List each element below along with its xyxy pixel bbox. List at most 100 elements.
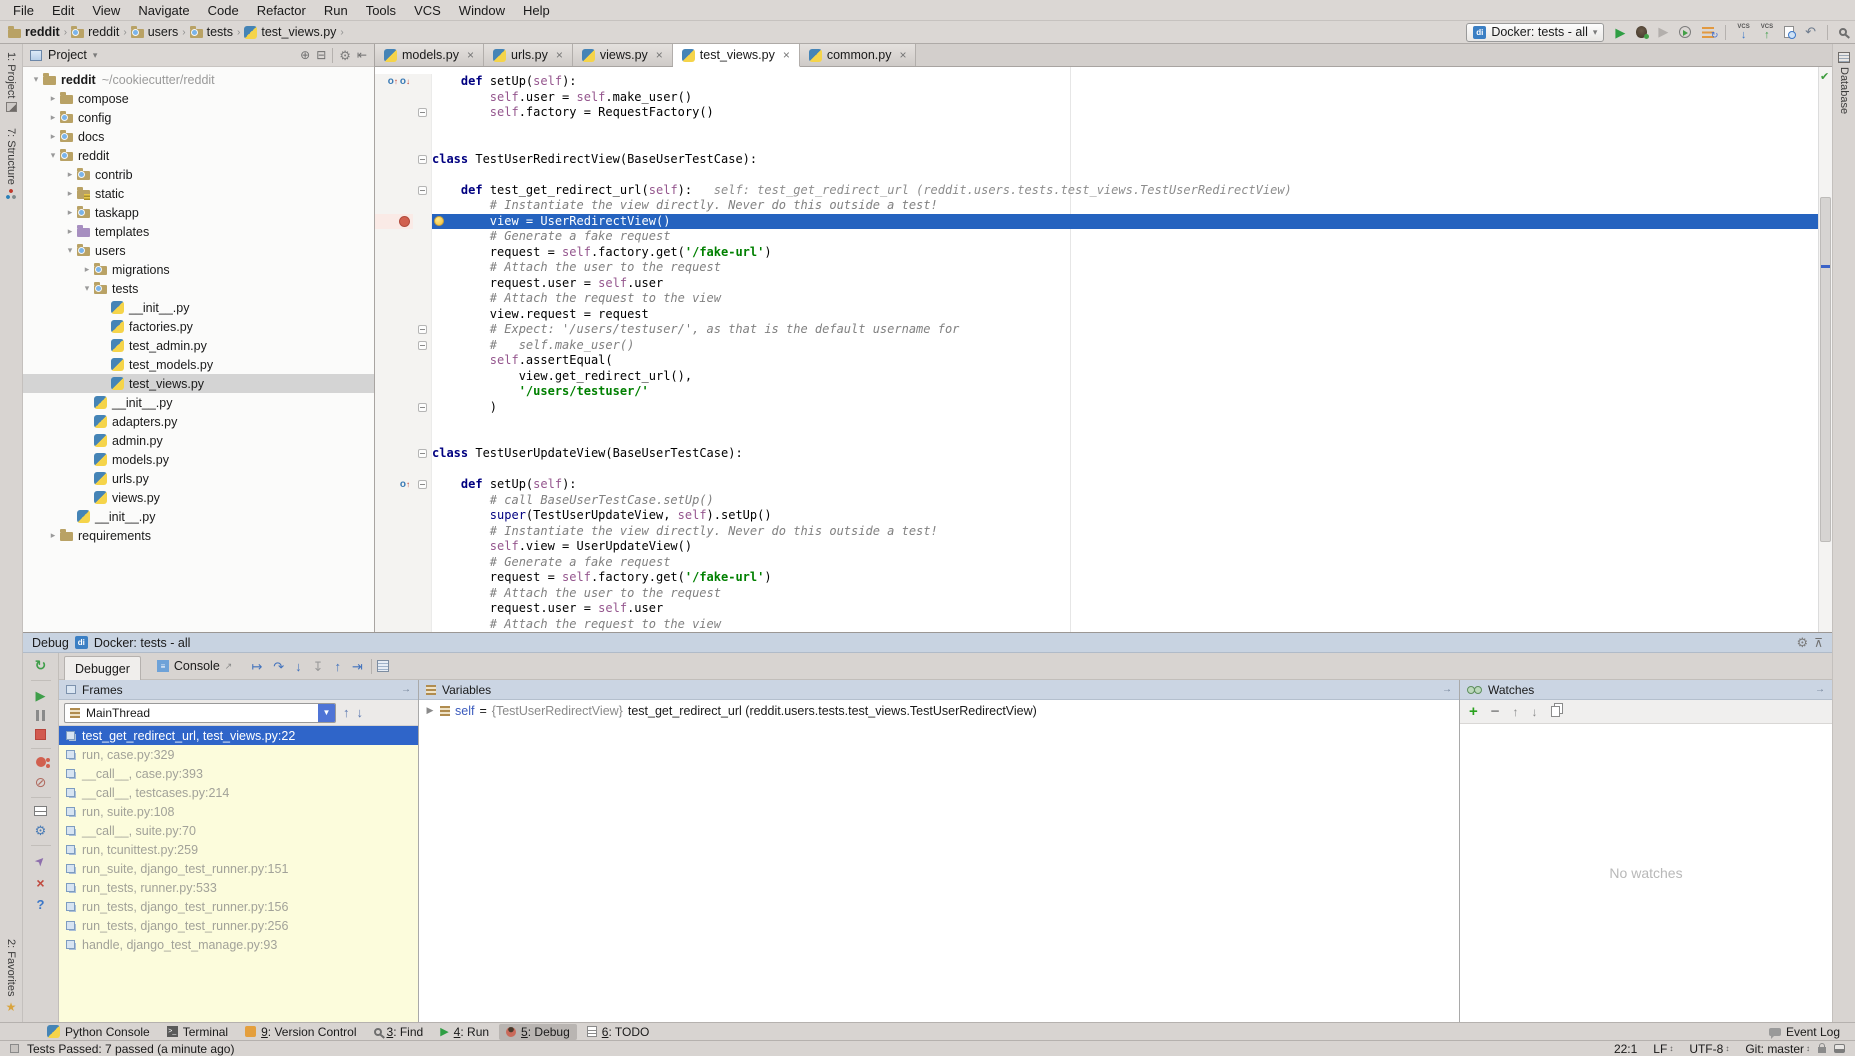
tree-item-users[interactable]: ▾users	[23, 241, 374, 260]
code-text[interactable]: request = self.factory.get('/fake-url')	[432, 570, 1818, 586]
run-dashboard-icon[interactable]	[1702, 27, 1714, 38]
tree-expand-icon[interactable]: ▸	[46, 112, 60, 123]
tree-collapse-icon[interactable]: ▾	[29, 74, 43, 85]
remove-watch-icon[interactable]: −	[1491, 704, 1500, 719]
mute-breakpoints-icon[interactable]: ⊘	[35, 775, 47, 789]
run-to-cursor-icon[interactable]: ⇥	[349, 660, 366, 673]
fold-gutter[interactable]	[413, 90, 432, 106]
breadcrumb-item[interactable]: test_views.py	[244, 25, 336, 39]
project-header-label[interactable]: Project	[48, 48, 87, 62]
tree-item-adapters-py[interactable]: adapters.py	[23, 412, 374, 431]
code-text[interactable]: # Expect: '/users/testuser/', as that is…	[432, 322, 1818, 338]
editor-gutter[interactable]	[375, 183, 413, 199]
code-text[interactable]: self.factory = RequestFactory()	[432, 105, 1818, 121]
fold-gutter[interactable]	[413, 136, 432, 152]
fold-gutter[interactable]	[413, 291, 432, 307]
code-line[interactable]: # Attach the user to the request	[375, 586, 1832, 602]
toolwindow-6-todo[interactable]: 6: TODO	[580, 1024, 657, 1040]
fold-gutter[interactable]	[413, 524, 432, 540]
menu-refactor[interactable]: Refactor	[248, 2, 315, 19]
menu-tools[interactable]: Tools	[357, 2, 405, 19]
search-everywhere-icon[interactable]	[1839, 28, 1847, 36]
pause-program-icon[interactable]	[36, 710, 45, 721]
tree-expand-icon[interactable]: ▸	[80, 264, 94, 275]
code-line[interactable]: request = self.factory.get('/fake-url')	[375, 570, 1832, 586]
status-22-1[interactable]: 22:1	[1614, 1042, 1637, 1056]
run-configuration-select[interactable]: di Docker: tests - all ▾	[1466, 23, 1604, 42]
fold-marker-icon[interactable]	[418, 325, 427, 334]
tree-item-views-py[interactable]: views.py	[23, 488, 374, 507]
tree-item-test_admin-py[interactable]: test_admin.py	[23, 336, 374, 355]
toolwindow-terminal[interactable]: >_Terminal	[160, 1024, 235, 1040]
editor-gutter[interactable]	[375, 136, 413, 152]
fold-gutter[interactable]	[413, 462, 432, 478]
debug-settings-icon[interactable]: ⚙	[35, 824, 47, 837]
fold-gutter[interactable]	[413, 539, 432, 555]
breadcrumb-item[interactable]: tests	[190, 25, 233, 39]
editor-gutter[interactable]	[375, 462, 413, 478]
variable-row[interactable]: ▶ self = {TestUserRedirectView} test_get…	[419, 700, 1459, 721]
code-line[interactable]: request.user = self.user	[375, 601, 1832, 617]
view-breakpoints-icon[interactable]	[36, 757, 46, 767]
stack-frame[interactable]: run_tests, django_test_runner.py:256	[59, 916, 418, 935]
chevron-down-icon[interactable]: ▼	[318, 704, 335, 722]
code-line[interactable]: self.assertEqual(	[375, 353, 1832, 369]
tab-urls-py[interactable]: urls.py×	[484, 44, 573, 66]
toolwindow-python-console[interactable]: Python Console	[40, 1024, 157, 1040]
strip-button-database[interactable]: Database	[1838, 44, 1850, 122]
code-text[interactable]: def test_get_redirect_url(self): self: t…	[432, 183, 1818, 199]
code-line[interactable]: # Attach the request to the view	[375, 291, 1832, 307]
code-line[interactable]: # Generate a fake request	[375, 229, 1832, 245]
debug-button[interactable]	[1636, 26, 1647, 38]
fold-marker-icon[interactable]	[418, 449, 427, 458]
fold-gutter[interactable]	[413, 369, 432, 385]
undo-icon[interactable]: ↶	[1805, 24, 1816, 40]
evaluate-expression-icon[interactable]	[377, 660, 389, 672]
add-watch-icon[interactable]: +	[1469, 704, 1478, 719]
editor-gutter[interactable]	[375, 307, 413, 323]
settings-icon[interactable]: ⚙	[1797, 636, 1809, 649]
fold-marker-icon[interactable]	[418, 480, 427, 489]
close-tab-icon[interactable]: ×	[467, 48, 474, 62]
tree-expand-icon[interactable]: ▸	[46, 93, 60, 104]
tree-item-__init__-py[interactable]: __init__.py	[23, 393, 374, 412]
code-line[interactable]: # Instantiate the view directly. Never d…	[375, 198, 1832, 214]
fold-gutter[interactable]	[413, 214, 432, 230]
code-line[interactable]: )	[375, 400, 1832, 416]
fold-gutter[interactable]	[413, 105, 432, 121]
fold-gutter[interactable]	[413, 570, 432, 586]
tree-item-tests[interactable]: ▾tests	[23, 279, 374, 298]
editor-gutter[interactable]	[375, 586, 413, 602]
frame-up-icon[interactable]: ↑	[343, 705, 350, 720]
code-text[interactable]: # Generate a fake request	[432, 555, 1818, 571]
profiler-icon[interactable]	[1679, 26, 1691, 38]
run-button[interactable]: ▶	[1615, 26, 1625, 39]
tree-item-test_models-py[interactable]: test_models.py	[23, 355, 374, 374]
editor-gutter[interactable]	[375, 322, 413, 338]
tree-item-__init__-py[interactable]: __init__.py	[23, 298, 374, 317]
code-text[interactable]	[432, 415, 1818, 431]
toolwindow-toggle-icon[interactable]	[10, 1044, 19, 1053]
step-out-icon[interactable]: ↑	[332, 660, 345, 673]
tree-item-migrations[interactable]: ▸migrations	[23, 260, 374, 279]
code-text[interactable]: # Attach the user to the request	[432, 586, 1818, 602]
fold-marker-icon[interactable]	[418, 155, 427, 164]
stop-icon[interactable]	[35, 729, 46, 740]
editor-gutter[interactable]	[375, 555, 413, 571]
code-text[interactable]: # call BaseUserTestCase.setUp()	[432, 493, 1818, 509]
fold-gutter[interactable]	[413, 477, 432, 493]
tree-expand-icon[interactable]: ▸	[63, 226, 77, 237]
step-into-icon[interactable]: ↓	[292, 660, 305, 673]
tree-item-requirements[interactable]: ▸requirements	[23, 526, 374, 545]
editor-gutter[interactable]	[375, 198, 413, 214]
tab-views-py[interactable]: views.py×	[573, 44, 673, 66]
fold-gutter[interactable]	[413, 121, 432, 137]
code-line[interactable]: # Expect: '/users/testuser/', as that is…	[375, 322, 1832, 338]
tree-item-compose[interactable]: ▸compose	[23, 89, 374, 108]
tree-item-reddit[interactable]: ▾reddit~/cookiecutter/reddit	[23, 70, 374, 89]
editor-gutter[interactable]	[375, 105, 413, 121]
tree-item-contrib[interactable]: ▸contrib	[23, 165, 374, 184]
editor-gutter[interactable]	[375, 617, 413, 633]
fold-gutter[interactable]	[413, 353, 432, 369]
tree-expand-icon[interactable]: ▸	[63, 207, 77, 218]
